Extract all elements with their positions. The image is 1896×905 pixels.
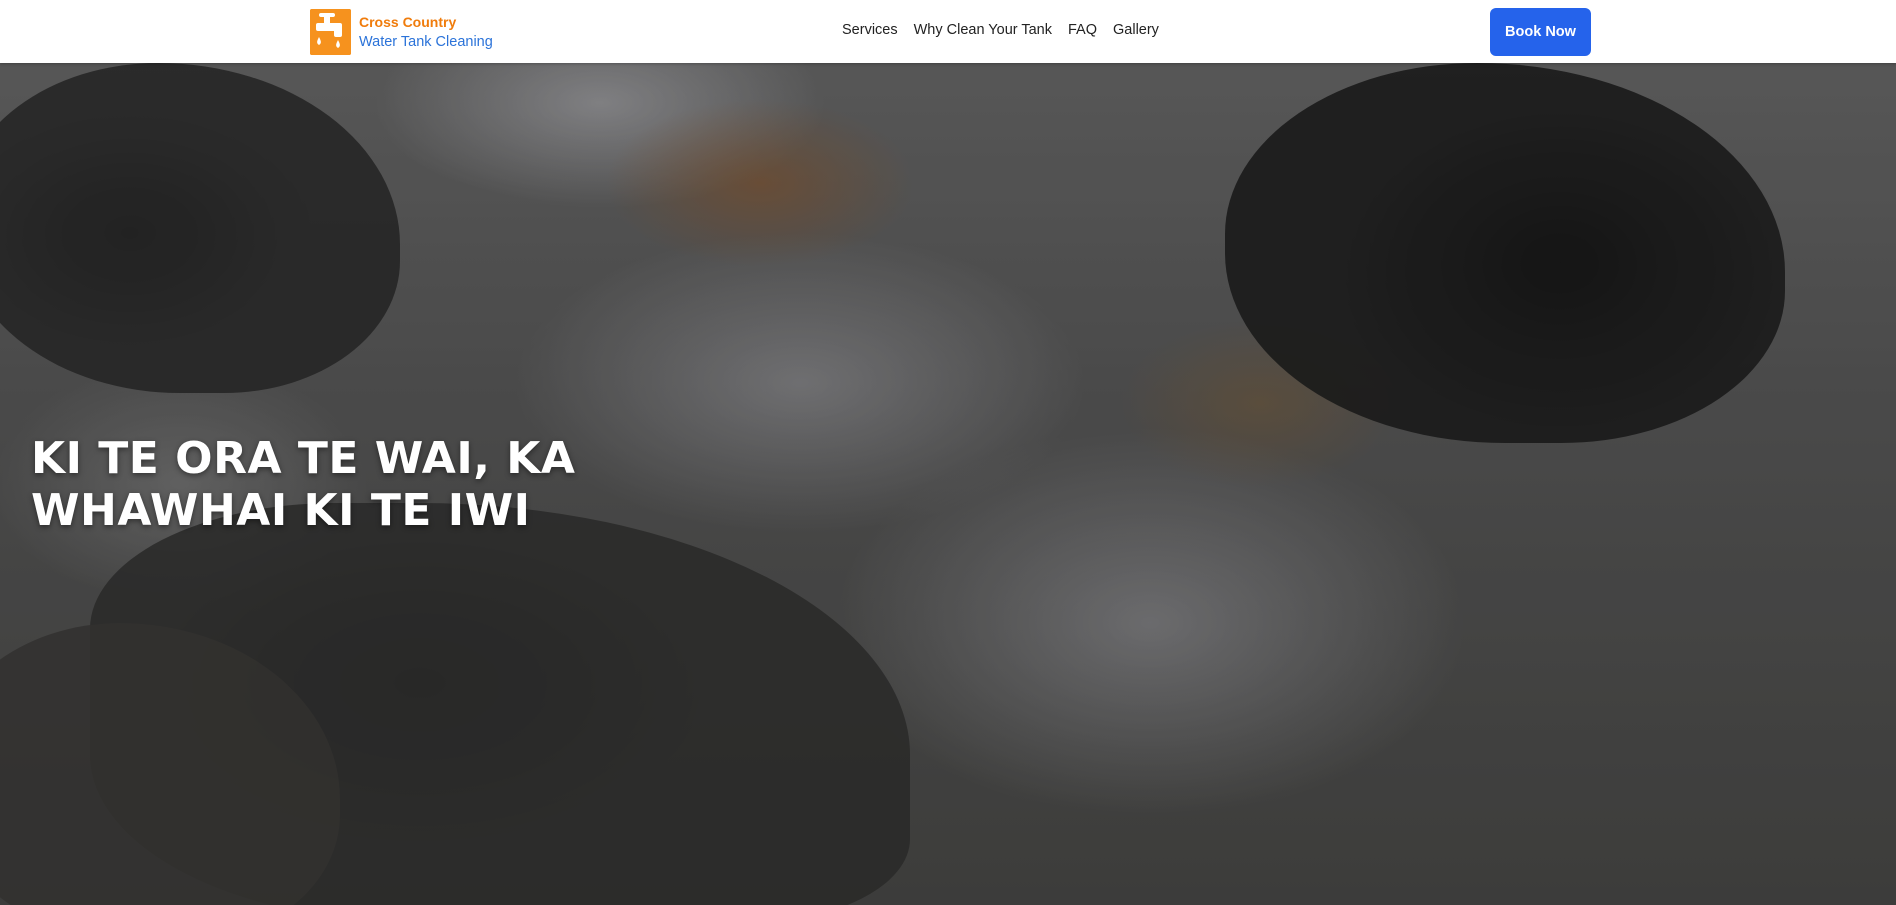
nav-item-gallery[interactable]: Gallery [1113,22,1159,38]
logo-link[interactable]: Cross Country Water Tank Cleaning [310,9,493,55]
logo-title: Cross Country [359,14,457,30]
water-tap-icon [310,9,351,55]
hero-title: KI TE ORA TE WAI, KA WHAWHAI KI TE IWI [31,433,576,536]
nav-item-faq[interactable]: FAQ [1068,22,1097,38]
hero-section: KI TE ORA TE WAI, KA WHAWHAI KI TE IWI [0,63,1896,905]
main-nav: Services Why Clean Your Tank FAQ Gallery [842,22,1159,38]
logo-subtitle: Water Tank Cleaning [359,34,493,50]
book-now-button[interactable]: Book Now [1490,8,1591,56]
nav-item-services[interactable]: Services [842,22,898,38]
nav-item-why-clean-your-tank[interactable]: Why Clean Your Tank [914,22,1052,38]
site-header: Cross Country Water Tank Cleaning Servic… [0,0,1896,63]
